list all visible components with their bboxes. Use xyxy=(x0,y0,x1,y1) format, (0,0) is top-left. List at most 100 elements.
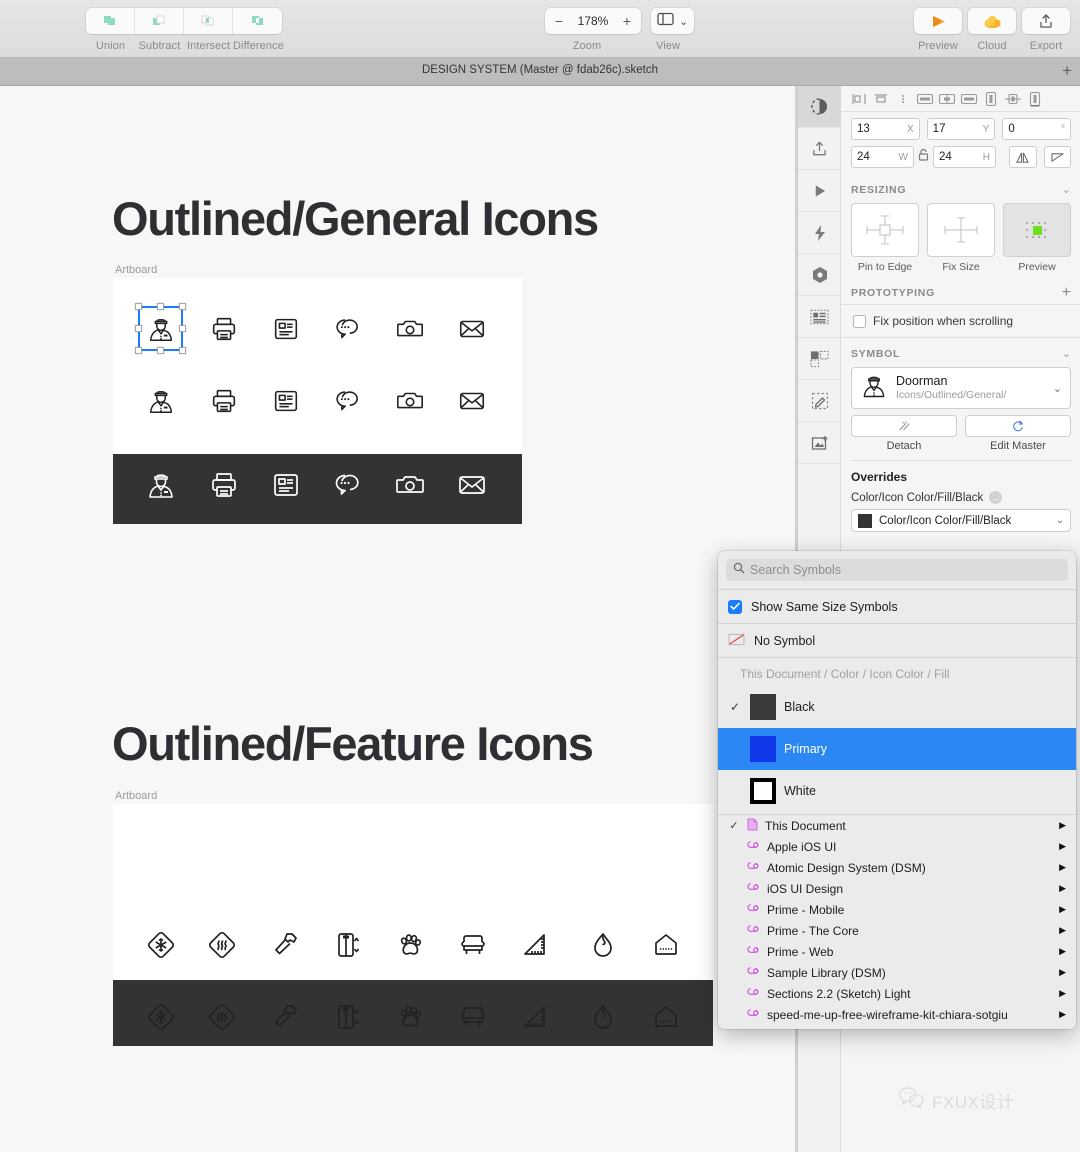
icon-hammer-f1[interactable] xyxy=(265,924,306,965)
zoom-out-button[interactable]: − xyxy=(549,11,569,31)
rail-export-icon[interactable] xyxy=(798,128,841,170)
icon-flame-f2[interactable] xyxy=(582,996,623,1037)
rail-layout-grid-icon[interactable] xyxy=(798,296,841,338)
artboard-label-feature[interactable]: Artboard xyxy=(115,790,157,802)
edit-master-button[interactable] xyxy=(965,415,1071,437)
icon-news-card-r3[interactable] xyxy=(265,464,306,505)
rail-play-icon[interactable] xyxy=(798,170,841,212)
prime-the-core-submenu-arrow-icon[interactable]: ▶ xyxy=(1059,925,1066,936)
icon-ruler-triangle-f2[interactable] xyxy=(514,996,555,1037)
icon-ruler-triangle-f1[interactable] xyxy=(514,924,555,965)
icon-news-card-r1[interactable] xyxy=(265,308,306,349)
handle-middle-right[interactable] xyxy=(179,325,186,332)
flip-horizontal-icon[interactable] xyxy=(1009,146,1037,168)
prototyping-add-button[interactable]: + xyxy=(1062,285,1071,301)
library-item-sections-22[interactable]: Sections 2.2 (Sketch) Light ▶ xyxy=(718,983,1076,1004)
view-control[interactable]: ⌄ xyxy=(651,8,695,34)
icon-pentagon-dots-f1[interactable] xyxy=(645,924,686,965)
zoom-value[interactable]: 178% xyxy=(569,14,617,28)
library-item-sample-library[interactable]: Sample Library (DSM) ▶ xyxy=(718,962,1076,983)
document-title[interactable]: DESIGN SYSTEM (Master @ fdab26c).sketch xyxy=(0,64,1080,76)
symbol-picker-popover[interactable]: Search Symbols Show Same Size Symbols No… xyxy=(718,551,1076,1029)
library-item-prime-the-core[interactable]: Prime - The Core ▶ xyxy=(718,920,1076,941)
handle-top-center[interactable] xyxy=(157,303,164,310)
width-field[interactable]: 24 W xyxy=(851,146,914,168)
library-item-prime-web[interactable]: Prime - Web ▶ xyxy=(718,941,1076,962)
preview-button[interactable] xyxy=(914,8,962,34)
rail-inspect-icon[interactable] xyxy=(798,86,841,128)
zoom-control[interactable]: − 178% + xyxy=(545,8,641,34)
union-button[interactable] xyxy=(86,8,135,34)
handle-top-left[interactable] xyxy=(135,303,142,310)
library-item-prime-mobile[interactable]: Prime - Mobile ▶ xyxy=(718,899,1076,920)
icon-doorman-r2[interactable] xyxy=(140,380,181,421)
ios-ui-design-submenu-arrow-icon[interactable]: ▶ xyxy=(1059,883,1066,894)
icon-chat-bubbles-r1[interactable] xyxy=(326,308,367,349)
resizing-section-header[interactable]: RESIZING ⌄ xyxy=(841,174,1080,201)
handle-top-right[interactable] xyxy=(179,303,186,310)
color-option-primary[interactable]: Primary xyxy=(718,728,1076,770)
speed-me-up-submenu-arrow-icon[interactable]: ▶ xyxy=(1059,1009,1066,1020)
override-goto-arrow-icon[interactable]: → xyxy=(989,491,1003,504)
intersect-button[interactable] xyxy=(184,8,233,34)
library-item-atomic-design-system[interactable]: Atomic Design System (DSM) ▶ xyxy=(718,857,1076,878)
no-symbol-row[interactable]: No Symbol xyxy=(718,624,1076,657)
symbol-chevron-down-icon[interactable]: ⌄ xyxy=(1062,347,1071,360)
color-option-black[interactable]: ✓ Black xyxy=(718,686,1076,728)
override-color-select[interactable]: Color/Icon Color/Fill/Black ⌄ xyxy=(851,509,1071,532)
align-more-icon[interactable] xyxy=(893,90,913,108)
detach-button[interactable] xyxy=(851,415,957,437)
icon-news-card-r2[interactable] xyxy=(265,380,306,421)
resizing-chevron-down-icon[interactable]: ⌄ xyxy=(1062,183,1071,196)
align-center-h-icon[interactable] xyxy=(871,90,891,108)
y-field[interactable]: 17 Y xyxy=(926,118,996,140)
icon-envelope-r1[interactable] xyxy=(451,308,492,349)
icon-heat-waves-diamond-f2[interactable] xyxy=(201,996,242,1037)
rail-bolt-icon[interactable] xyxy=(798,212,841,254)
icon-elevator-f1[interactable] xyxy=(327,924,368,965)
icon-paw-print-f2[interactable] xyxy=(389,996,430,1037)
icon-envelope-r2[interactable] xyxy=(451,380,492,421)
show-same-size-checkbox[interactable] xyxy=(728,599,742,614)
color-option-white[interactable]: White xyxy=(718,770,1076,812)
atom[interactable]: ▶ xyxy=(1059,862,1066,873)
icon-camera-r3[interactable] xyxy=(389,464,430,505)
fix-position-row[interactable]: Fix position when scrolling xyxy=(841,305,1080,337)
distribute-center-icon[interactable] xyxy=(1003,90,1023,108)
prime-web-submenu-arrow-icon[interactable]: ▶ xyxy=(1059,946,1066,957)
icon-printer-r2[interactable] xyxy=(203,380,244,421)
distribute-left-icon[interactable] xyxy=(981,90,1001,108)
align-top-icon[interactable] xyxy=(915,90,935,108)
rail-hexagon-icon[interactable] xyxy=(798,254,841,296)
symbol-section-header[interactable]: SYMBOL ⌄ xyxy=(841,338,1080,365)
library-item-speed-me-up[interactable]: speed-me-up-free-wireframe-kit-chiara-so… xyxy=(718,1004,1076,1025)
difference-button[interactable] xyxy=(233,8,282,34)
icon-hammer-f2[interactable] xyxy=(265,996,306,1037)
library-item-ios-ui-design[interactable]: iOS UI Design ▶ xyxy=(718,878,1076,899)
fix-position-checkbox[interactable] xyxy=(853,314,866,328)
icon-snowflake-diamond-f2[interactable] xyxy=(140,996,181,1037)
pin-to-edge-card[interactable] xyxy=(851,203,919,257)
symbol-select-chevron-down-icon[interactable]: ⌄ xyxy=(1053,382,1062,395)
icon-printer-r3[interactable] xyxy=(203,464,244,505)
icon-paw-print-f1[interactable] xyxy=(389,924,430,965)
handle-bottom-right[interactable] xyxy=(179,347,186,354)
zoom-in-button[interactable]: + xyxy=(617,11,637,31)
rail-add-image-icon[interactable] xyxy=(798,422,841,464)
fix-size-card[interactable] xyxy=(927,203,995,257)
icon-pentagon-dots-f2[interactable] xyxy=(645,996,686,1037)
unlocked-icon[interactable] xyxy=(918,148,929,166)
artboard-label-general[interactable]: Artboard xyxy=(115,264,157,276)
icon-doorman-r3[interactable] xyxy=(140,464,181,505)
rail-shapes-icon[interactable] xyxy=(798,338,841,380)
icon-flame-f1[interactable] xyxy=(582,924,623,965)
resize-preview-card[interactable] xyxy=(1003,203,1071,257)
icon-chat-bubbles-r3[interactable] xyxy=(326,464,367,505)
library-item-apple-ios-ui[interactable]: Apple iOS UI ▶ xyxy=(718,836,1076,857)
icon-snowflake-diamond-f1[interactable] xyxy=(140,924,181,965)
prime-mobile-submenu-arrow-icon[interactable]: ▶ xyxy=(1059,904,1066,915)
align-bottom-icon[interactable] xyxy=(959,90,979,108)
icon-chat-bubbles-r2[interactable] xyxy=(326,380,367,421)
export-button[interactable] xyxy=(1022,8,1070,34)
icon-printer-r1[interactable] xyxy=(203,308,244,349)
